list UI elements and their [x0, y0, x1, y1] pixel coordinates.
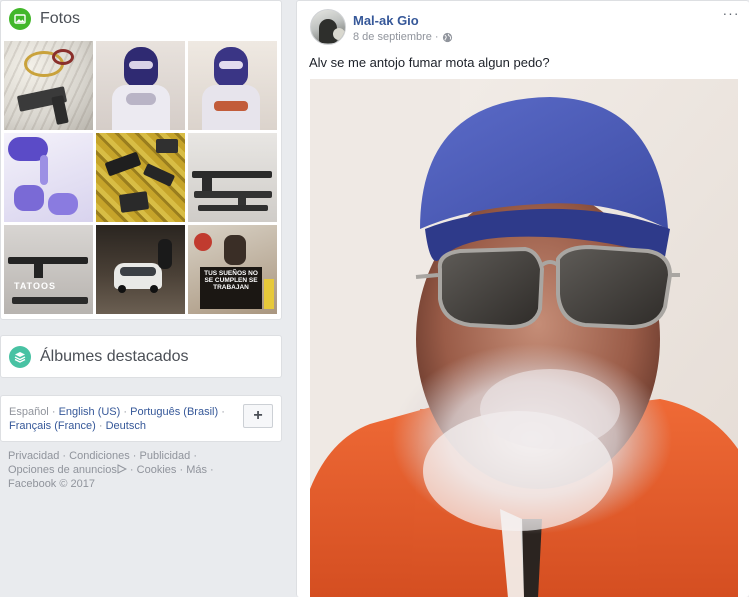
- footer-link-cookies[interactable]: Cookies: [137, 464, 177, 476]
- post-card: Mal-ak Gio 8 de septiembre · ··· Alv se …: [296, 0, 749, 597]
- footer-link-advertising[interactable]: Publicidad: [140, 450, 191, 462]
- photo-thumb-jewelry-pistol[interactable]: [4, 41, 93, 130]
- photo-thumb-rifles-on-table[interactable]: [188, 133, 277, 222]
- ad-choices-icon[interactable]: [117, 464, 127, 474]
- photo-grid: TATOOS TUS SUEÑOS NO SE CUMPLEN SE TRABA…: [4, 41, 280, 314]
- language-link-german[interactable]: Deutsch: [106, 420, 146, 432]
- thumb-caption: TATOOS: [14, 281, 56, 291]
- avatar[interactable]: [310, 9, 346, 45]
- footer-link-terms[interactable]: Condiciones: [69, 450, 130, 462]
- photo-thumb-poster[interactable]: TUS SUEÑOS NO SE CUMPLEN SE TRABAJAN: [188, 225, 277, 314]
- post-photo[interactable]: [310, 79, 738, 597]
- footer: Privacidad · Condiciones · Publicidad · …: [8, 450, 214, 490]
- post-text: Alv se me antojo fumar mota algun pedo?: [309, 55, 550, 70]
- add-language-button[interactable]: +: [243, 404, 273, 428]
- footer-link-more[interactable]: Más: [186, 464, 207, 476]
- copyright: Facebook © 2017: [8, 478, 95, 490]
- photo-thumb-white-car[interactable]: [96, 225, 185, 314]
- post-meta: 8 de septiembre ·: [353, 31, 453, 43]
- photo-thumb-masked-man[interactable]: [96, 41, 185, 130]
- post-header: Mal-ak Gio 8 de septiembre · ···: [297, 1, 749, 55]
- current-language: Español: [9, 406, 49, 418]
- author-name[interactable]: Mal-ak Gio: [353, 13, 419, 28]
- photos-title[interactable]: Fotos: [40, 10, 80, 28]
- globe-icon[interactable]: [442, 32, 453, 43]
- albums-icon: [9, 345, 31, 368]
- photo-thumb-pistols-on-blanket[interactable]: [96, 133, 185, 222]
- more-options-button[interactable]: ···: [721, 6, 741, 21]
- albums-card[interactable]: Álbumes destacados: [0, 335, 282, 378]
- photo-thumb-masked-man-2[interactable]: [188, 41, 277, 130]
- photos-card: Fotos TATOOS TUS SUEÑOS NO SE CUMPLEN SE…: [0, 0, 282, 320]
- language-link-portuguese[interactable]: Português (Brasil): [130, 406, 218, 418]
- photo-thumb-gloved-hands[interactable]: [4, 133, 93, 222]
- language-card: Español · English (US) · Português (Bras…: [0, 395, 282, 442]
- post-date[interactable]: 8 de septiembre: [353, 31, 432, 43]
- photo-thumb-rifles-tatoos[interactable]: TATOOS: [4, 225, 93, 314]
- photos-icon: [9, 8, 31, 30]
- poster-text: TUS SUEÑOS NO SE CUMPLEN SE TRABAJAN: [204, 270, 258, 291]
- language-link-french[interactable]: Français (France): [9, 420, 96, 432]
- post-photo-image: [310, 79, 738, 597]
- footer-link-privacy[interactable]: Privacidad: [8, 450, 59, 462]
- albums-title[interactable]: Álbumes destacados: [40, 348, 189, 366]
- footer-link-ad-choices[interactable]: Opciones de anuncios: [8, 464, 117, 476]
- photos-header[interactable]: Fotos: [1, 1, 281, 37]
- language-link-english[interactable]: English (US): [59, 406, 121, 418]
